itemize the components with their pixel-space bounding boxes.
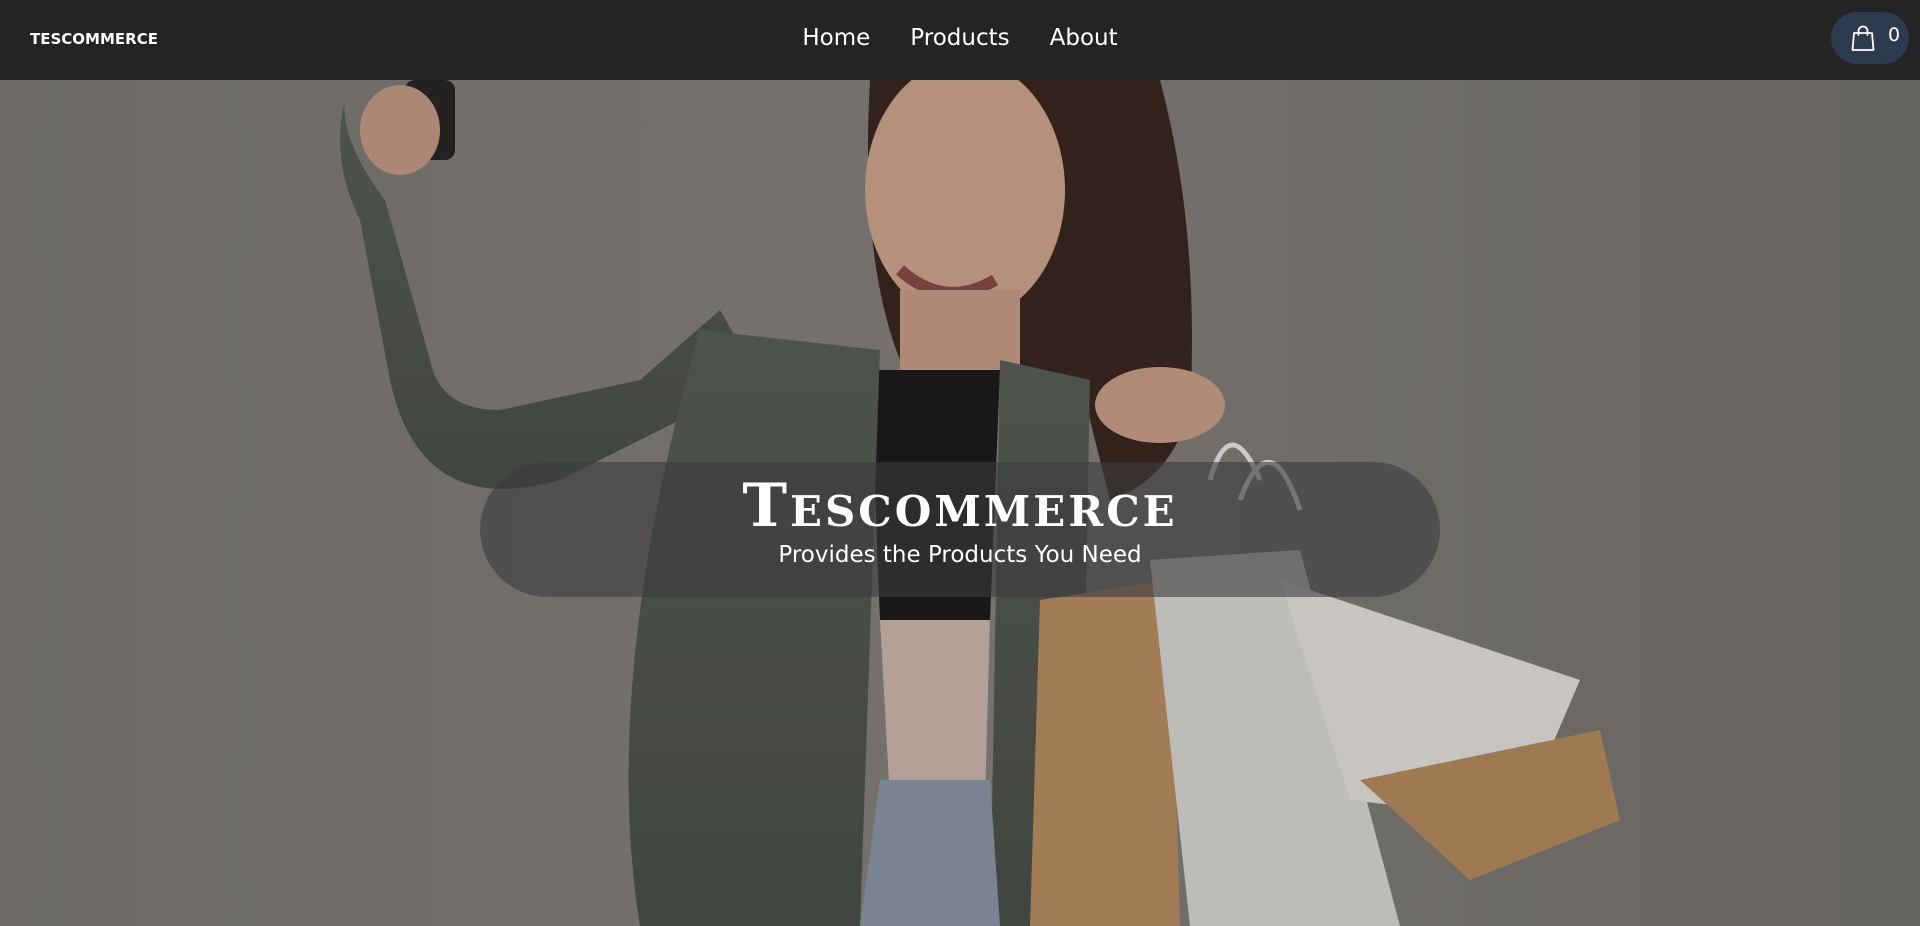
hero-title: Tescommerce (742, 471, 1178, 541)
main-nav: Home Products About (0, 0, 1920, 80)
nav-about-link[interactable]: About (1050, 26, 1118, 54)
hero-section: Tescommerce Provides the Products You Ne… (0, 80, 1920, 926)
hero-subtitle: Provides the Products You Need (778, 542, 1142, 568)
cart-button[interactable]: 0 (1831, 12, 1909, 64)
shopping-bag-icon (1851, 25, 1875, 51)
nav-products-link[interactable]: Products (910, 26, 1009, 54)
navbar: TESCOMMERCE Home Products About 0 (0, 0, 1920, 80)
nav-home-link[interactable]: Home (802, 26, 870, 54)
hero-banner: Tescommerce Provides the Products You Ne… (480, 462, 1440, 597)
cart-count-badge: 0 (1888, 24, 1901, 46)
